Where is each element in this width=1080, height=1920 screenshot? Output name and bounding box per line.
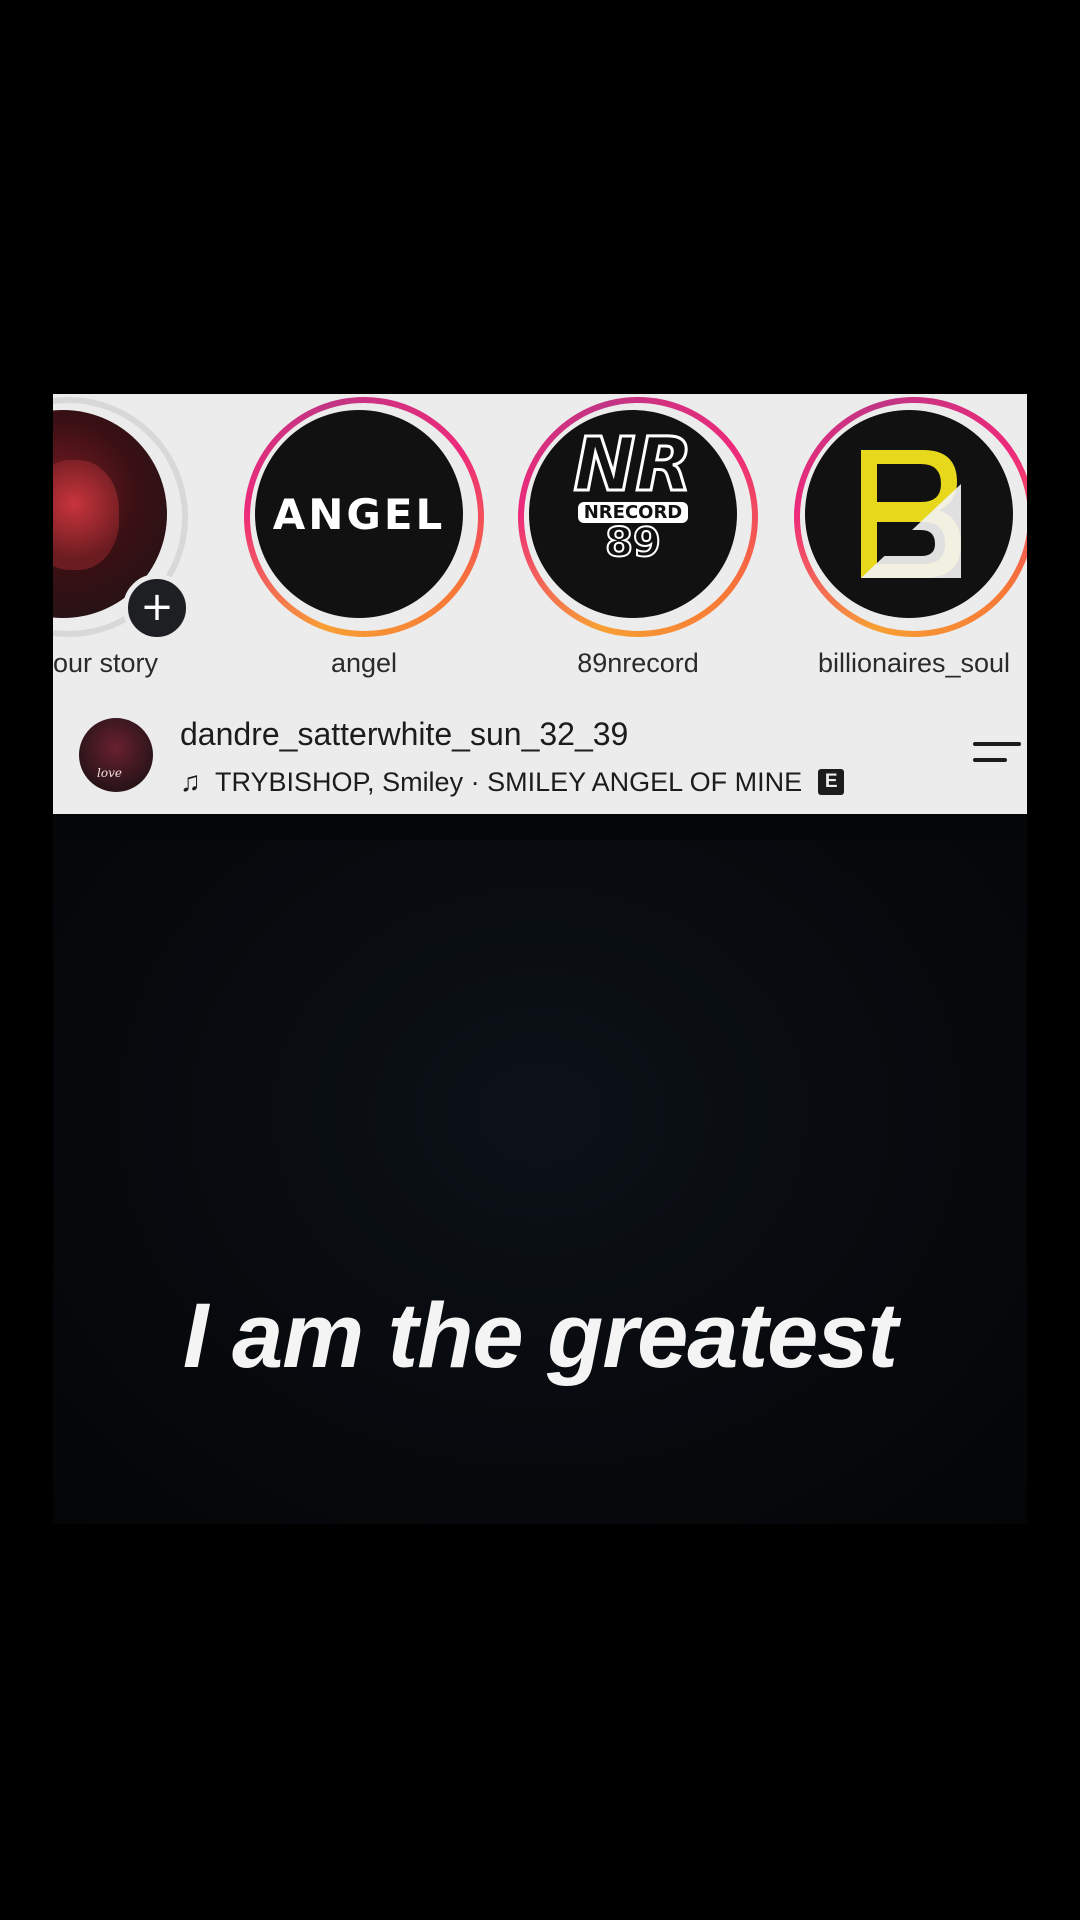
- post-header: love dandre_satterwhite_sun_32_39 ♫ TRYB…: [53, 684, 1027, 814]
- story-item-89nrecord[interactable]: NR NRECORD 89 89nrecord: [513, 394, 763, 684]
- angel-logo: ANGEL: [272, 490, 446, 539]
- explicit-badge: E: [818, 769, 845, 795]
- story-item-your-story[interactable]: love + our story: [53, 394, 193, 684]
- nr-logo-number: 89: [604, 520, 662, 566]
- menu-icon[interactable]: [967, 734, 1021, 774]
- post-music-info[interactable]: ♫ TRYBISHOP, Smiley · SMILEY ANGEL OF MI…: [180, 766, 845, 798]
- add-story-icon[interactable]: +: [123, 574, 191, 642]
- nrecord-logo: NR NRECORD 89: [529, 422, 737, 566]
- profile-photo: [53, 460, 119, 570]
- story-label: 89nrecord: [577, 648, 699, 678]
- device-frame: love + our story ANGEL angel: [0, 0, 1080, 1920]
- avatar: NR NRECORD 89: [529, 410, 737, 618]
- post-caption-overlay: I am the greatest: [182, 1285, 898, 1387]
- story-label: our story: [53, 648, 158, 678]
- post-author-avatar[interactable]: love: [79, 718, 153, 792]
- story-label: angel: [330, 648, 398, 678]
- post-media[interactable]: [53, 840, 1027, 1524]
- avatar: [805, 410, 1013, 618]
- story-item-angel[interactable]: ANGEL angel: [239, 394, 489, 684]
- avatar: ANGEL: [255, 410, 463, 618]
- nr-logo-letters: NR: [572, 422, 694, 508]
- stories-tray[interactable]: love + our story ANGEL angel: [53, 394, 1027, 684]
- b-letter-logo-icon: [861, 450, 961, 578]
- music-note-icon: ♫: [180, 766, 201, 797]
- music-track-text: TRYBISHOP, Smiley · SMILEY ANGEL OF MINE: [215, 766, 803, 797]
- avatar-logo-text: love: [97, 766, 122, 780]
- app-screen: love + our story ANGEL angel: [53, 394, 1027, 1524]
- story-item-billionaires-soul[interactable]: billionaires_soul: [789, 394, 1027, 684]
- story-label: billionaires_soul: [817, 648, 1011, 678]
- post-username[interactable]: dandre_satterwhite_sun_32_39: [180, 716, 628, 753]
